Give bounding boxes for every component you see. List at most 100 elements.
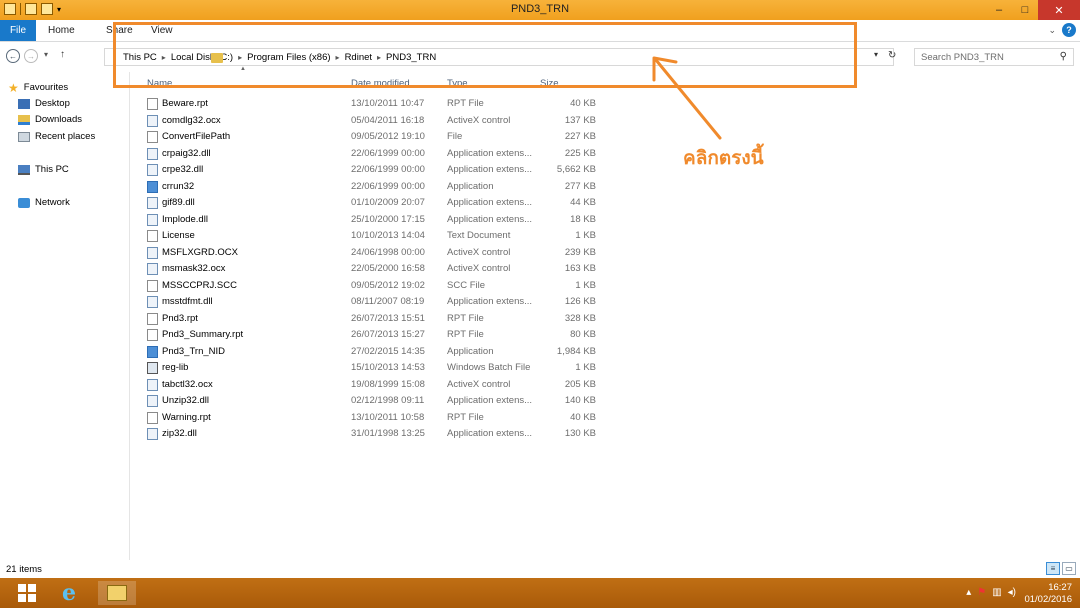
clock-time: 16:27: [1048, 582, 1072, 593]
file-date-modified: 13/10/2011 10:58: [351, 411, 425, 423]
expand-ribbon-icon[interactable]: ⌄: [1048, 25, 1056, 36]
window-title: PND3_TRN: [510, 3, 570, 15]
file-row[interactable]: Pnd3.rpt 26/07/2013 15:51 RPT File 328 KB: [0, 311, 1080, 327]
annotation-text: คลิกตรงนี้: [683, 147, 764, 169]
file-row[interactable]: crpaig32.dll 22/06/1999 00:00 Application …: [0, 146, 1080, 162]
details-view-icon[interactable]: ≡: [1046, 562, 1060, 575]
file-size: 239 KB: [564, 246, 596, 258]
show-hidden-icons-icon[interactable]: ▴: [966, 587, 971, 598]
file-row[interactable]: crrun32 22/06/1999 00:00 Application 277 KB: [0, 179, 1080, 195]
file-size: 227 KB: [564, 131, 596, 142]
file-name: ConvertFilePath: [162, 131, 231, 142]
file-row[interactable]: ConvertFilePath 09/05/2012 19:10 File 227 K…: [0, 129, 1080, 145]
file-date-modified: 15/10/2013 14:53: [351, 362, 425, 373]
internet-explorer-icon[interactable]: e: [50, 580, 88, 606]
app-icon: [147, 180, 158, 193]
volume-icon[interactable]: ◂): [1008, 587, 1016, 598]
tab-home[interactable]: Home: [48, 25, 75, 36]
file-type: Application extens...: [447, 164, 533, 175]
refresh-icon[interactable]: ↻: [888, 50, 896, 61]
file-row[interactable]: Pnd3_Summary.rpt 26/07/2013 15:27 RPT File…: [0, 327, 1080, 343]
file-row[interactable]: comdlg32.ocx 05/04/2011 16:18 ActiveX cont…: [0, 113, 1080, 129]
status-bar: 21 items ≡ ▭: [0, 560, 1080, 578]
recent-locations-icon[interactable]: ▾: [44, 50, 48, 59]
address-dropdown-icon[interactable]: ▾: [874, 50, 878, 59]
tab-file[interactable]: File: [0, 20, 36, 41]
file-type: RPT File: [447, 312, 484, 324]
help-icon[interactable]: ?: [1062, 23, 1076, 37]
search-input[interactable]: Search PND3_TRN ⚲: [914, 48, 1074, 66]
start-button[interactable]: [8, 581, 46, 605]
file-row[interactable]: License 10/10/2013 14:04 Text Document 1 KB: [0, 228, 1080, 244]
file-row[interactable]: Warning.rpt 13/10/2011 10:58 RPT File 40 KB: [0, 410, 1080, 426]
file-size: 163 KB: [564, 263, 596, 274]
large-icons-view-icon[interactable]: ▭: [1062, 562, 1076, 575]
file-icon: [147, 230, 158, 242]
system-tray: ▴ ⚑ ▥ ◂): [966, 587, 1016, 598]
close-button[interactable]: ✕: [1038, 0, 1080, 20]
file-type: Application extens...: [447, 428, 533, 439]
forward-button[interactable]: →: [24, 49, 38, 63]
file-row[interactable]: msstdfmt.dll 08/11/2007 08:19 Application …: [0, 294, 1080, 310]
search-icon[interactable]: ⚲: [1060, 51, 1067, 62]
file-type: Text Document: [447, 230, 511, 241]
file-name: zip32.dll: [162, 428, 197, 439]
file-size: 277 KB: [564, 180, 596, 192]
file-name: gif89.dll: [162, 197, 195, 208]
file-date-modified: 22/05/2000 16:58: [351, 263, 425, 274]
file-type: ActiveX control: [447, 246, 511, 258]
file-row[interactable]: MSFLXGRD.OCX 24/06/1998 00:00 ActiveX cont…: [0, 245, 1080, 261]
file-name: crrun32: [162, 180, 195, 192]
file-row[interactable]: Implode.dll 25/10/2000 17:15 Application e…: [0, 212, 1080, 228]
file-type: RPT File: [447, 98, 484, 109]
file-icon: [147, 329, 158, 341]
file-row[interactable]: MSSCCPRJ.SCC 09/05/2012 19:02 SCC File 1 KB: [0, 278, 1080, 294]
dll-icon: [147, 246, 158, 259]
file-row[interactable]: tabctl32.ocx 19/08/1999 15:08 ActiveX cont…: [0, 377, 1080, 393]
file-size: 44 KB: [570, 197, 596, 208]
file-icon: [147, 131, 158, 143]
minimize-button[interactable]: –: [986, 0, 1012, 20]
file-name: tabctl32.ocx: [162, 378, 213, 390]
action-center-icon[interactable]: ⚑: [977, 587, 986, 598]
file-row[interactable]: gif89.dll 01/10/2009 20:07 Application ext…: [0, 195, 1080, 211]
file-row[interactable]: Pnd3_Trn_NID 27/02/2015 14:35 Application 1…: [0, 344, 1080, 360]
file-size: 328 KB: [564, 312, 596, 324]
file-type: Application extens...: [447, 197, 533, 208]
file-type: Windows Batch File: [447, 362, 531, 373]
file-type: ActiveX control: [447, 263, 511, 274]
file-name: Pnd3_Summary.rpt: [162, 329, 244, 340]
file-row[interactable]: zip32.dll 31/01/1998 13:25 Application ext…: [0, 426, 1080, 442]
file-size: 1 KB: [575, 230, 596, 241]
file-date-modified: 13/10/2011 10:47: [351, 98, 425, 109]
file-date-modified: 22/06/1999 00:00: [351, 164, 425, 175]
file-size: 126 KB: [564, 296, 596, 307]
dll-icon: [147, 197, 158, 209]
file-row[interactable]: crpe32.dll 22/06/1999 00:00 Application ex…: [0, 162, 1080, 178]
file-date-modified: 05/04/2011 16:18: [351, 114, 425, 126]
file-date-modified: 01/10/2009 20:07: [351, 197, 425, 208]
file-explorer-icon: [107, 585, 127, 601]
clock[interactable]: 16:27 01/02/2016: [1024, 582, 1072, 606]
file-type: Application: [447, 180, 494, 192]
file-size: 40 KB: [570, 411, 596, 423]
maximize-button[interactable]: □: [1012, 0, 1038, 20]
file-row[interactable]: reg-lib 15/10/2013 14:53 Windows Batch Fil…: [0, 360, 1080, 376]
file-row[interactable]: Beware.rpt 13/10/2011 10:47 RPT File 40 KB: [0, 96, 1080, 112]
back-button[interactable]: ←: [6, 49, 20, 63]
file-date-modified: 27/02/2015 14:35: [351, 345, 425, 357]
network-status-icon[interactable]: ▥: [992, 587, 1001, 598]
file-date-modified: 24/06/1998 00:00: [351, 246, 425, 258]
file-name: crpe32.dll: [162, 164, 204, 175]
file-row[interactable]: msmask32.ocx 22/05/2000 16:58 ActiveX cont…: [0, 261, 1080, 277]
file-name: Pnd3.rpt: [162, 312, 198, 324]
file-size: 225 KB: [564, 147, 596, 159]
file-icon: [147, 312, 158, 325]
file-row[interactable]: Unzip32.dll 02/12/1998 09:11 Application e…: [0, 393, 1080, 409]
file-explorer-taskbar-button[interactable]: [98, 581, 136, 605]
file-type: Application extens...: [447, 296, 533, 307]
dll-icon: [147, 213, 158, 226]
up-button[interactable]: ↑: [60, 49, 65, 60]
file-name: msstdfmt.dll: [162, 296, 213, 307]
file-name: crpaig32.dll: [162, 147, 211, 159]
